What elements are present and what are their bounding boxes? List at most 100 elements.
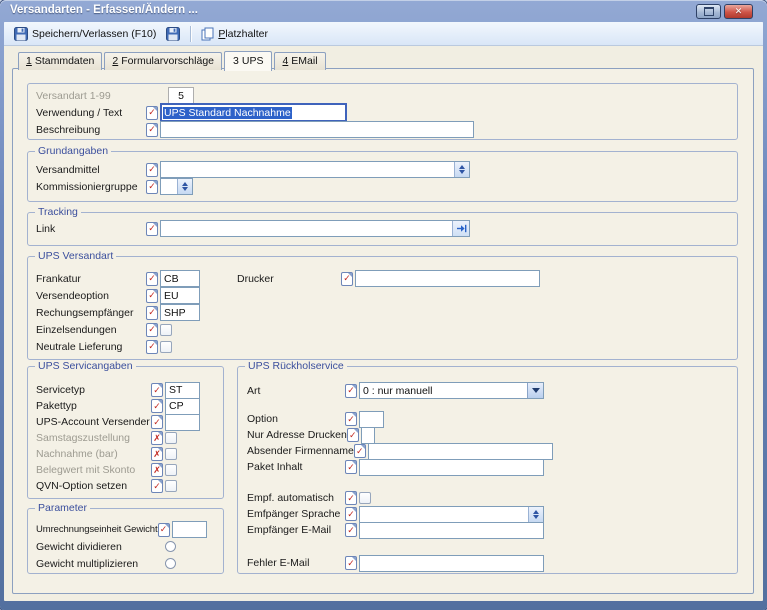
link-input[interactable] <box>161 221 452 236</box>
drucker-field[interactable] <box>355 270 540 287</box>
tab-ups[interactable]: 3UPS <box>224 51 272 71</box>
field-check-icon[interactable]: ✓ <box>146 272 158 286</box>
beschreibung-label: Beschreibung <box>36 124 146 136</box>
art-label: Art <box>247 385 345 397</box>
row-rechnungsempfaenger: Rechungsempfänger ✓ <box>28 304 737 321</box>
verwendung-label: Verwendung / Text <box>36 107 146 119</box>
versandmittel-input[interactable] <box>161 162 454 177</box>
field-check-icon[interactable]: ✓ <box>151 399 163 413</box>
field-check-icon[interactable]: ✓ <box>345 556 357 570</box>
field-check-icon[interactable]: ✓ <box>345 523 357 537</box>
save-exit-button[interactable]: Speichern/Verlassen (F10) <box>9 25 161 43</box>
group-legend: Tracking <box>35 206 81 219</box>
save-icon <box>14 27 28 41</box>
window-title: Versandarten - Erfassen/Ändern ... <box>10 4 198 16</box>
field-check-icon[interactable]: ✓ <box>146 106 158 120</box>
neutrale-lieferung-label: Neutrale Lieferung <box>36 341 146 353</box>
ups-account-field[interactable] <box>165 414 200 431</box>
group-legend: Grundangaben <box>35 145 111 158</box>
field-check-icon[interactable]: ✓ <box>146 323 158 337</box>
absender-firmenname-field[interactable] <box>368 443 553 460</box>
empf-automatisch-label: Empf. automatisch <box>247 492 345 504</box>
field-check-icon[interactable]: ✓ <box>151 479 163 493</box>
save-exit-label: Speichern/Verlassen (F10) <box>32 28 156 40</box>
tab-stammdaten[interactable]: 1Stammdaten <box>18 52 102 70</box>
versandart-field <box>168 87 194 104</box>
spinner-icon[interactable] <box>454 162 469 177</box>
field-cross-icon[interactable]: ✗ <box>151 447 163 461</box>
close-button[interactable]: ✕ <box>724 4 753 19</box>
field-check-icon[interactable]: ✓ <box>151 383 163 397</box>
beschreibung-field[interactable] <box>160 121 474 138</box>
field-check-icon[interactable]: ✓ <box>345 412 357 426</box>
umrechnung-field[interactable] <box>172 521 207 538</box>
arrow-right-icon <box>456 224 467 233</box>
field-check-icon[interactable]: ✓ <box>345 507 357 521</box>
paket-inhalt-field[interactable] <box>359 459 544 476</box>
field-check-icon[interactable]: ✓ <box>345 460 357 474</box>
field-check-icon[interactable]: ✓ <box>158 523 170 537</box>
field-check-icon[interactable]: ✓ <box>354 444 366 458</box>
field-check-icon[interactable]: ✓ <box>146 340 158 354</box>
empfaenger-sprache-combo[interactable] <box>359 506 544 523</box>
option-label: Option <box>247 413 345 425</box>
samstagszustellung-checkbox[interactable] <box>165 432 177 444</box>
link-field[interactable] <box>160 220 470 237</box>
field-check-icon[interactable]: ✓ <box>345 491 357 505</box>
field-check-icon[interactable]: ✓ <box>146 180 158 194</box>
kommissioniergruppe-input[interactable] <box>161 179 177 194</box>
field-check-icon[interactable]: ✓ <box>146 289 158 303</box>
belegwert-checkbox[interactable] <box>165 464 177 476</box>
frankatur-field[interactable] <box>160 270 200 287</box>
drucker-label: Drucker <box>237 273 341 285</box>
field-check-icon[interactable]: ✓ <box>347 428 359 442</box>
restore-button[interactable] <box>696 4 721 19</box>
nachnahme-label: Nachnahme (bar) <box>36 448 151 460</box>
fehler-email-field[interactable] <box>359 555 544 572</box>
rechnungsempfaenger-field[interactable] <box>160 304 200 321</box>
open-link-button[interactable] <box>452 221 469 236</box>
empfaenger-sprache-input[interactable] <box>360 507 528 522</box>
pakettyp-field[interactable] <box>165 398 200 415</box>
qvn-option-checkbox[interactable] <box>165 480 177 492</box>
titlebar[interactable]: Versandarten - Erfassen/Ändern ... ✕ <box>0 0 767 22</box>
field-check-icon[interactable]: ✓ <box>151 415 163 429</box>
nur-adresse-label: Nur Adresse Drucken <box>247 429 347 441</box>
verwendung-field[interactable]: UPS Standard Nachnahme <box>160 103 347 122</box>
gewicht-dividieren-radio[interactable] <box>165 541 176 552</box>
versendeoption-field[interactable] <box>160 287 200 304</box>
field-cross-icon[interactable]: ✗ <box>151 431 163 445</box>
kommissioniergruppe-label: Kommissioniergruppe <box>36 181 146 193</box>
servicetyp-field[interactable] <box>165 382 200 399</box>
save-button[interactable] <box>161 25 185 43</box>
einzelsendungen-checkbox[interactable] <box>160 324 172 336</box>
option-field[interactable] <box>359 411 384 428</box>
gewicht-multiplizieren-radio[interactable] <box>165 558 176 569</box>
art-dropdown[interactable]: 0 : nur manuell <box>359 382 544 399</box>
nur-adresse-field[interactable] <box>361 427 375 444</box>
chevron-down-icon[interactable] <box>527 383 543 398</box>
platzhalter-button[interactable]: Platzhalter <box>196 25 273 43</box>
restore-icon <box>704 7 714 16</box>
row-beschreibung: Beschreibung ✓ <box>28 121 737 138</box>
tab-formularvorschlaege[interactable]: 2Formularvorschläge <box>104 52 222 70</box>
spinner-icon[interactable] <box>177 179 192 194</box>
neutrale-lieferung-checkbox[interactable] <box>160 341 172 353</box>
group-legend: UPS Rückholservice <box>245 360 347 373</box>
tab-email[interactable]: 4EMail <box>274 52 325 70</box>
nachnahme-checkbox[interactable] <box>165 448 177 460</box>
row-fehler-email: Fehler E-Mail ✓ <box>238 555 737 571</box>
field-check-icon[interactable]: ✓ <box>146 123 158 137</box>
versandmittel-combo[interactable] <box>160 161 470 178</box>
empfaenger-email-field[interactable] <box>359 522 544 539</box>
field-check-icon[interactable]: ✓ <box>146 163 158 177</box>
field-check-icon[interactable]: ✓ <box>146 222 158 236</box>
field-check-icon[interactable]: ✓ <box>146 306 158 320</box>
empfaenger-email-label: Empfänger E-Mail <box>247 524 345 536</box>
kommissioniergruppe-combo[interactable] <box>160 178 193 195</box>
empf-automatisch-checkbox[interactable] <box>359 492 371 504</box>
field-check-icon[interactable]: ✓ <box>341 272 353 286</box>
field-check-icon[interactable]: ✓ <box>345 384 357 398</box>
field-cross-icon[interactable]: ✗ <box>151 463 163 477</box>
spinner-icon[interactable] <box>528 507 543 522</box>
